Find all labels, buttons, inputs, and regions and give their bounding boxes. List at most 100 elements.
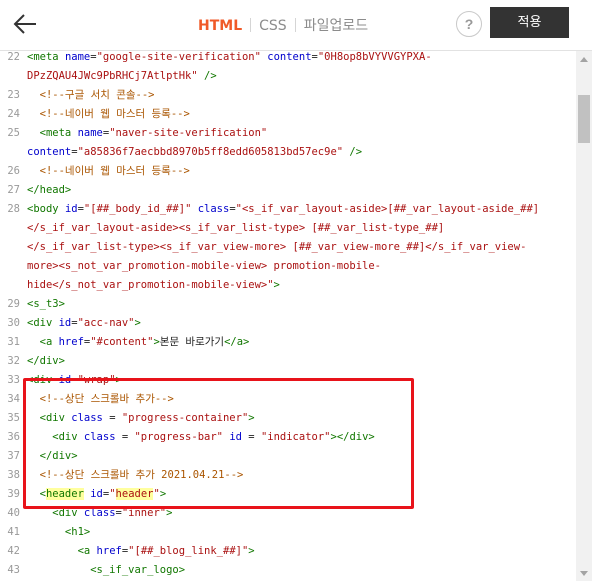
code-text: <!--네이버 웹 마스터 등록--> [27,162,190,181]
line-number: 26 [7,165,20,177]
code-text: </div> [27,352,65,371]
code-text: <div id="acc-nav"> [27,314,141,333]
code-token: </s_if_var_layout-aside><s_if_var_list-t… [27,222,445,234]
code-token: <h1> [27,526,91,538]
tab-divider [250,18,252,32]
code-token: "a85836f7aecbbd8970b5ff8edd605813bd57ec9… [77,146,344,158]
code-text: <s_t3> [27,295,65,314]
annotation-highlight-box [23,378,414,509]
scrollbar-thumb[interactable] [578,95,590,143]
code-line: 31 <a href="#content">본문 바로가기</a> [0,333,576,352]
tab-file-upload[interactable]: 파일업로드 [304,15,368,35]
code-token: 본문 바로가기 [159,336,225,348]
code-text: DPzZQAU4JWc9PbRHCj7AtlptHk" /> [27,67,217,86]
line-number: 37 [7,450,20,462]
back-button[interactable] [12,12,38,36]
editor-tabs: HTML CSS 파일업로드 [198,15,368,35]
code-text: hide</s_not_var_promotion-mobile-view>"> [27,276,280,295]
code-token: "<s_if_var_layout-aside>[##_var_layout-a… [235,203,540,215]
tab-css[interactable]: CSS [259,18,287,34]
code-line: 22 <meta name="google-site-verification" … [0,51,576,67]
code-line: 43 <s_if_var_logo> [0,561,576,580]
code-token: <body [27,203,65,215]
code-token: </head> [27,184,72,196]
code-token: "acc-nav" [77,317,135,329]
code-text: more><s_not_var_promotion-mobile-view> p… [27,257,381,276]
code-token: <!--구글 서치 콘솔--> [27,89,155,101]
line-number: 28 [7,203,20,215]
code-token: href [58,336,84,348]
code-line: 25 <meta name="naver-site-verification" [0,124,576,143]
code-token: "0H8op8bVYVVGYPXA- [317,51,432,63]
editor-toolbar: HTML CSS 파일업로드 ? 적용 [0,0,592,51]
line-number: 43 [7,564,20,576]
line-number: 35 [7,412,20,424]
code-line: DPzZQAU4JWc9PbRHCj7AtlptHk" /> [0,67,576,86]
code-token: href [96,545,122,557]
code-line: 42 <a href="[##_blog_link_##]"> [0,542,576,561]
scroll-up-icon[interactable] [580,57,588,62]
code-text: <!--구글 서치 콘솔--> [27,86,155,105]
code-text: </head> [27,181,71,200]
line-number: 38 [7,469,20,481]
code-token: "naver-site-verification" [109,127,268,139]
code-line: hide</s_not_var_promotion-mobile-view>"> [0,276,576,295]
code-token: hide</s_not_var_promotion-mobile-view>" [27,279,274,291]
code-line: 30 <div id="acc-nav"> [0,314,576,333]
code-line: 27 </head> [0,181,576,200]
code-token: class [197,203,230,215]
arrow-left-icon [13,14,36,34]
code-token: content [267,51,312,63]
line-number: 25 [7,127,20,139]
apply-button[interactable]: 적용 [490,7,569,38]
code-token: > [273,279,280,291]
code-token: <meta [27,127,78,139]
line-number: 42 [7,545,20,557]
line-number: 41 [7,526,20,538]
code-line: 26 <!--네이버 웹 마스터 등록--> [0,162,576,181]
code-token: more><s_not_var_promotion-mobile-view> p… [27,260,382,272]
line-number: 24 [7,108,20,120]
code-line: </s_if_var_list-type><s_if_var_view-more… [0,238,576,257]
code-token: <a [27,545,97,557]
code-line: 28 <body id="[##_body_id_##]" class="<s_i… [0,200,576,219]
code-token: name [77,127,103,139]
code-token: name [64,51,91,63]
scroll-down-icon[interactable] [580,571,588,576]
help-button[interactable]: ? [456,11,482,37]
code-token: DPzZQAU4JWc9PbRHCj7AtlptHk" [27,70,198,82]
code-token: "google-site-verification" [96,51,261,63]
line-number: 34 [7,393,20,405]
code-line: 29 <s_t3> [0,295,576,314]
code-line: 23 <!--구글 서치 콘솔--> [0,86,576,105]
code-text: <s_if_var_logo> [27,561,185,580]
editor-scrollbar[interactable] [576,51,592,581]
code-token: </s_if_var_list-type><s_if_var_view-more… [27,241,527,253]
code-text: </s_if_var_layout-aside><s_if_var_list-t… [27,219,444,238]
code-token: /> [343,146,363,158]
code-text: <h1> [27,523,90,542]
code-token: </a> [224,336,250,348]
code-token: /> [197,70,217,82]
code-token: <meta [27,51,65,63]
code-text: <a href="[##_blog_link_##]"> [27,542,255,561]
code-token: content [27,146,72,158]
code-text: <meta name="naver-site-verification" [27,124,268,143]
code-text: <a href="#content">본문 바로가기</a> [27,333,250,352]
code-line: 32 </div> [0,352,576,371]
line-number: 39 [7,488,20,500]
tab-divider [294,18,296,32]
code-line: 24 <!--네이버 웹 마스터 등록--> [0,105,576,124]
line-number: 36 [7,431,20,443]
code-text: <!--네이버 웹 마스터 등록--> [27,105,190,124]
tab-html[interactable]: HTML [198,18,242,34]
code-line: content="a85836f7aecbbd8970b5ff8edd60581… [0,143,576,162]
code-token: id [58,317,72,329]
code-token: id [64,203,78,215]
code-text: <meta name="google-site-verification" co… [27,51,432,67]
code-token: <!--네이버 웹 마스터 등록--> [27,165,190,177]
code-text: content="a85836f7aecbbd8970b5ff8edd60581… [27,143,362,162]
line-number: 29 [7,298,20,310]
code-token: > [134,317,141,329]
code-token: "[##_body_id_##]" [83,203,192,215]
